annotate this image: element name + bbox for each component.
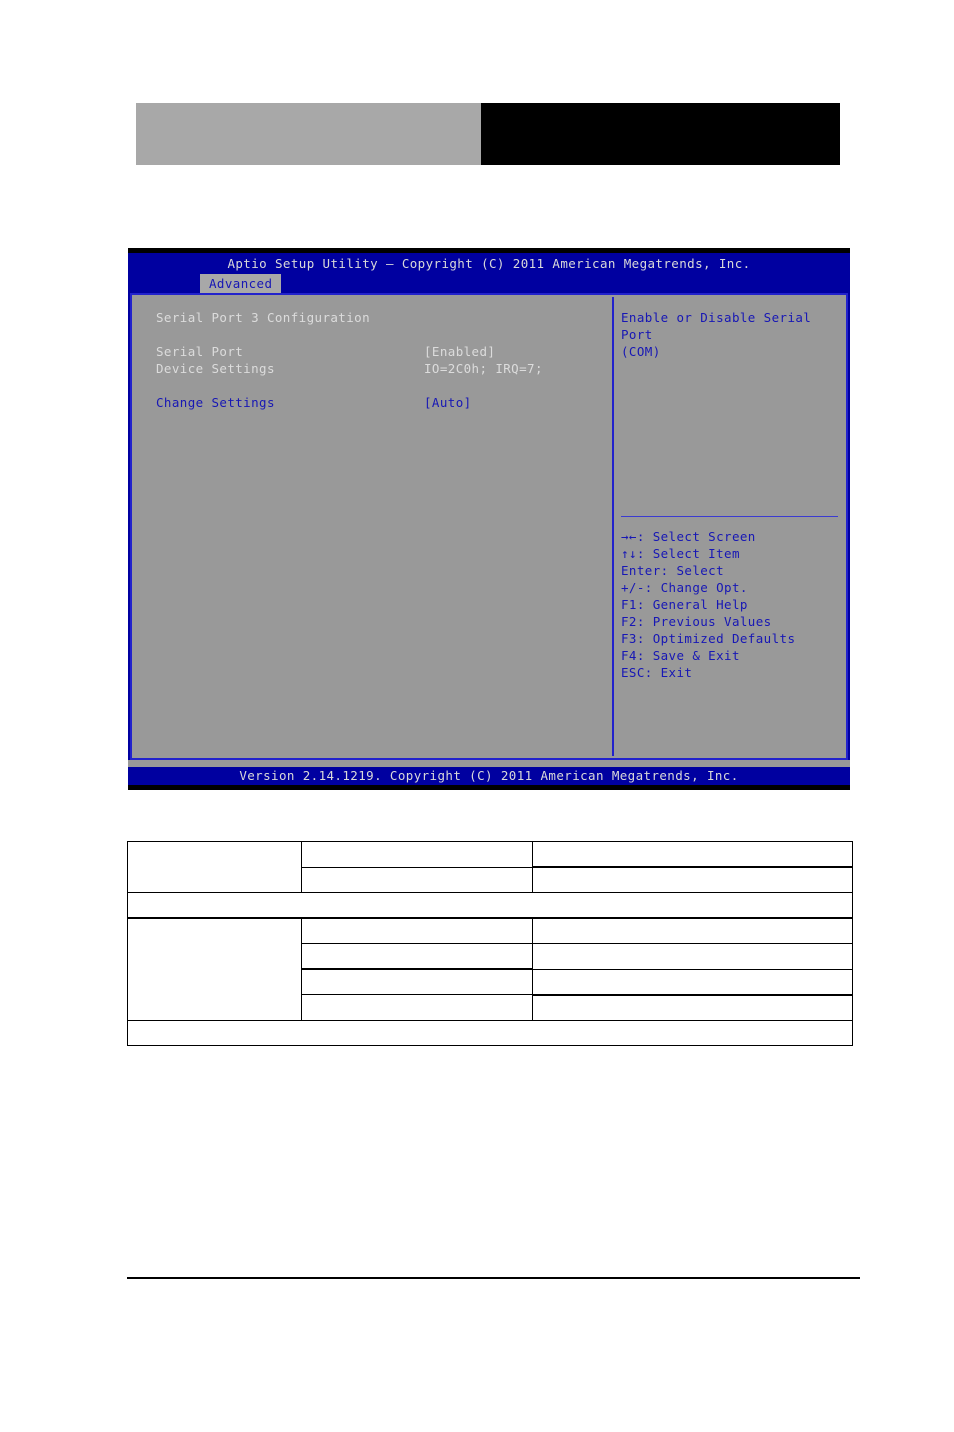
banner-right-block bbox=[481, 103, 840, 165]
table-cell bbox=[532, 943, 853, 970]
setting-row-change-settings[interactable]: Change Settings [Auto] bbox=[156, 394, 612, 411]
legend-select-screen: →←: Select Screen bbox=[621, 529, 756, 544]
section-title: Serial Port 3 Configuration bbox=[156, 310, 370, 325]
bios-settings-panel: Serial Port 3 Configuration Serial Port … bbox=[136, 297, 612, 756]
table-row bbox=[127, 1019, 853, 1046]
table-cell bbox=[301, 841, 533, 868]
spec-table bbox=[127, 841, 853, 1046]
setting-value-serial-port[interactable]: [Enabled] bbox=[424, 343, 495, 360]
settings-spacer bbox=[156, 377, 612, 394]
legend-change-opt: +/-: Change Opt. bbox=[621, 580, 748, 595]
spec-table-body bbox=[127, 841, 853, 1046]
bios-setup-screen: Aptio Setup Utility – Copyright (C) 2011… bbox=[128, 248, 850, 790]
table-cell bbox=[127, 917, 302, 1021]
setting-label-serial-port: Serial Port bbox=[156, 344, 244, 359]
table-cell bbox=[532, 917, 853, 944]
tab-advanced[interactable]: Advanced bbox=[200, 274, 282, 293]
legend-esc-exit: ESC: Exit bbox=[621, 665, 693, 680]
setting-value-change-settings[interactable]: [Auto] bbox=[424, 394, 472, 411]
table-row bbox=[127, 892, 853, 919]
table-row bbox=[127, 841, 853, 893]
table-row bbox=[127, 917, 853, 1021]
setting-row-serial-port[interactable]: Serial Port [Enabled] bbox=[156, 343, 612, 360]
legend-save-exit: F4: Save & Exit bbox=[621, 648, 740, 663]
legend-select-item: ↑↓: Select Item bbox=[621, 546, 740, 561]
page-bottom-rule bbox=[127, 1277, 860, 1279]
setting-label-change-settings: Change Settings bbox=[156, 395, 275, 410]
table-cell bbox=[301, 968, 533, 995]
bios-body: Serial Port 3 Configuration Serial Port … bbox=[130, 293, 848, 760]
legend-optimized-defaults: F3: Optimized Defaults bbox=[621, 631, 796, 646]
bios-tab-bar: Advanced bbox=[128, 274, 850, 293]
table-cell bbox=[127, 841, 302, 893]
table-cell bbox=[301, 866, 533, 893]
table-cell bbox=[532, 841, 853, 868]
table-cell-full bbox=[127, 892, 853, 919]
banner-left-block bbox=[136, 103, 481, 165]
page-banner bbox=[136, 103, 840, 165]
key-legend: →←: Select Screen ↑↓: Select Item Enter:… bbox=[621, 528, 844, 681]
table-cell bbox=[301, 917, 533, 944]
legend-enter-select: Enter: Select bbox=[621, 563, 725, 578]
table-cell bbox=[532, 968, 853, 996]
bios-title: Aptio Setup Utility – Copyright (C) 2011… bbox=[227, 256, 751, 271]
bios-help-panel: Enable or Disable Serial Port (COM) →←: … bbox=[612, 297, 846, 756]
table-cell bbox=[532, 994, 853, 1021]
table-cell bbox=[532, 866, 853, 893]
legend-previous-values: F2: Previous Values bbox=[621, 614, 772, 629]
bios-version-footer: Version 2.14.1219. Copyright (C) 2011 Am… bbox=[128, 767, 850, 785]
bios-panels: Serial Port 3 Configuration Serial Port … bbox=[136, 297, 846, 756]
setting-label-device-settings: Device Settings bbox=[156, 361, 275, 376]
table-cell bbox=[301, 943, 533, 970]
setting-value-device-settings: IO=2C0h; IRQ=7; bbox=[424, 361, 543, 376]
settings-list: Serial Port [Enabled] Device Settings IO… bbox=[156, 343, 612, 411]
bios-bottom-strip bbox=[128, 785, 850, 790]
help-text: Enable or Disable Serial Port (COM) bbox=[621, 310, 812, 359]
legend-general-help: F1: General Help bbox=[621, 597, 748, 612]
bios-footer-spacer bbox=[128, 760, 850, 767]
setting-row-device-settings: Device Settings IO=2C0h; IRQ=7; bbox=[156, 360, 612, 377]
help-divider bbox=[621, 516, 838, 517]
table-cell bbox=[301, 994, 533, 1021]
table-cell-full bbox=[127, 1019, 853, 1046]
